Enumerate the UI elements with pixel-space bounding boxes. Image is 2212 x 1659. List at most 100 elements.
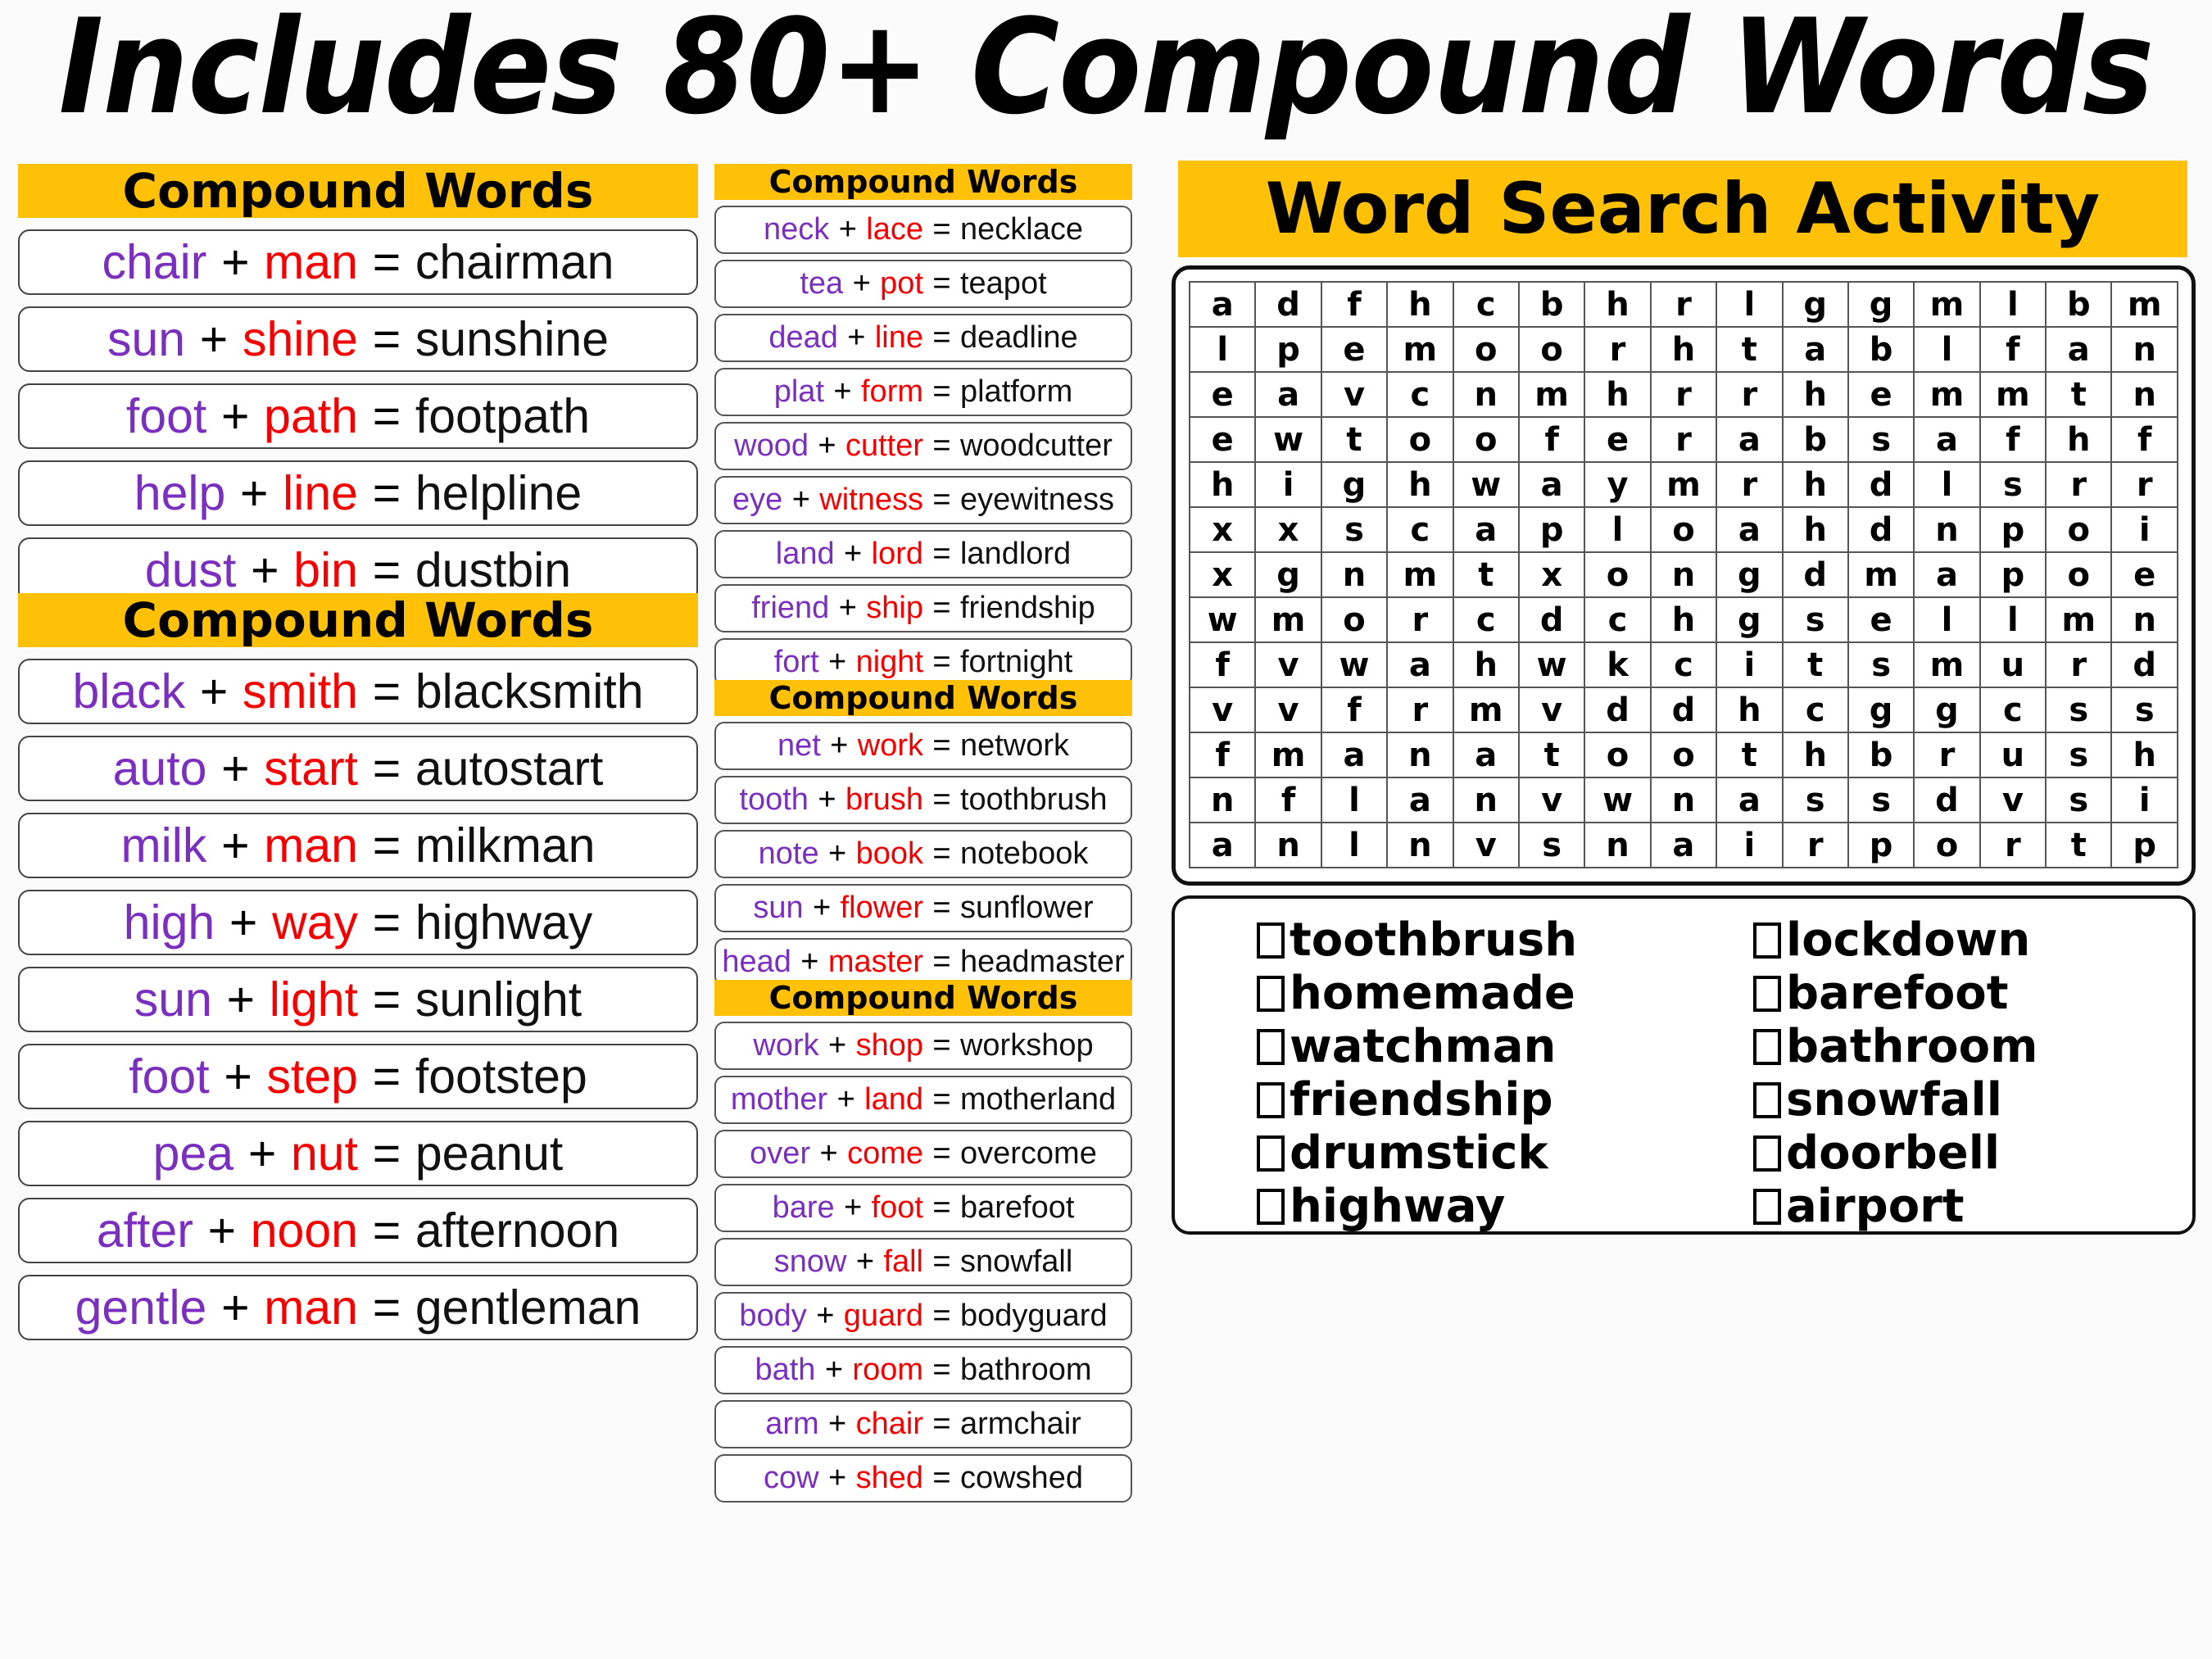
word-search-cell[interactable]: s [1781, 596, 1849, 643]
word-search-cell[interactable]: n [1452, 777, 1520, 823]
checkbox-icon[interactable] [1753, 1081, 1781, 1118]
word-search-cell[interactable]: l [1913, 596, 1981, 643]
word-search-cell[interactable]: x [1517, 551, 1586, 598]
word-search-cell[interactable]: a [1320, 732, 1389, 778]
word-search-cell[interactable]: v [1254, 641, 1322, 688]
word-search-cell[interactable]: b [1847, 326, 1915, 373]
word-search-cell[interactable]: l [1979, 281, 2047, 328]
checkbox-icon[interactable] [1753, 1028, 1781, 1065]
word-search-cell[interactable]: n [1386, 732, 1454, 778]
word-search-cell[interactable]: h [2045, 416, 2113, 463]
word-search-cell[interactable]: a [1188, 822, 1257, 868]
checkbox-icon[interactable] [1753, 1135, 1781, 1172]
word-search-cell[interactable]: r [2110, 461, 2178, 508]
word-search-cell[interactable]: n [1254, 822, 1322, 868]
word-search-cell[interactable]: t [1517, 732, 1586, 778]
word-list-item[interactable]: toothbrush [1257, 913, 1696, 967]
word-search-cell[interactable]: d [1847, 461, 1915, 508]
word-search-cell[interactable]: h [1781, 461, 1849, 508]
word-search-cell[interactable]: l [1320, 822, 1389, 868]
word-list-item[interactable]: highway [1257, 1180, 1696, 1233]
word-search-cell[interactable]: v [1517, 777, 1586, 823]
word-search-cell[interactable]: o [1584, 732, 1652, 778]
word-search-cell[interactable]: o [1649, 732, 1718, 778]
word-search-cell[interactable]: y [1584, 461, 1652, 508]
word-search-cell[interactable]: a [1386, 777, 1454, 823]
word-search-cell[interactable]: r [1649, 281, 1718, 328]
word-search-grid[interactable]: adfhcbhrlggmlbmlpemoorhtablfaneavcnmhrrh… [1188, 281, 2178, 868]
word-search-cell[interactable]: r [1979, 822, 2047, 868]
word-search-cell[interactable]: n [1913, 506, 1981, 553]
word-search-cell[interactable]: f [1320, 687, 1389, 733]
word-search-cell[interactable]: e [1188, 371, 1257, 418]
word-search-cell[interactable]: r [1649, 416, 1718, 463]
checkbox-icon[interactable] [1753, 922, 1781, 959]
word-search-cell[interactable]: d [2110, 641, 2178, 688]
word-search-cell[interactable]: p [1254, 326, 1322, 373]
word-list-item[interactable]: barefoot [1753, 967, 2192, 1020]
word-search-cell[interactable]: i [1716, 641, 1784, 688]
word-search-cell[interactable]: a [1716, 506, 1784, 553]
checkbox-icon[interactable] [1257, 1188, 1285, 1225]
word-search-cell[interactable]: l [1979, 596, 2047, 643]
word-search-cell[interactable]: c [1386, 371, 1454, 418]
word-list-item[interactable]: snowfall [1753, 1073, 2192, 1126]
word-list-item[interactable]: homemade [1257, 967, 1696, 1020]
word-search-cell[interactable]: n [2110, 371, 2178, 418]
word-search-cell[interactable]: u [1979, 732, 2047, 778]
word-list-item[interactable]: bathroom [1753, 1020, 2192, 1073]
word-search-cell[interactable]: b [1781, 416, 1849, 463]
word-search-cell[interactable]: n [1320, 551, 1389, 598]
word-search-cell[interactable]: a [1716, 777, 1784, 823]
checkbox-icon[interactable] [1753, 975, 1781, 1012]
word-search-cell[interactable]: b [1847, 732, 1915, 778]
word-search-cell[interactable]: h [1386, 461, 1454, 508]
word-search-cell[interactable]: l [1320, 777, 1389, 823]
word-search-cell[interactable]: i [1716, 822, 1784, 868]
word-search-cell[interactable]: h [1781, 506, 1849, 553]
word-search-cell[interactable]: b [1517, 281, 1586, 328]
word-search-cell[interactable]: w [1254, 416, 1322, 463]
word-search-cell[interactable]: n [1649, 551, 1718, 598]
word-search-cell[interactable]: d [1254, 281, 1322, 328]
word-search-cell[interactable]: v [1320, 371, 1389, 418]
word-search-cell[interactable]: o [1913, 822, 1981, 868]
word-search-cell[interactable]: w [1188, 596, 1257, 643]
word-search-cell[interactable]: r [1716, 371, 1784, 418]
word-search-cell[interactable]: c [1584, 596, 1652, 643]
word-search-cell[interactable]: s [1847, 641, 1915, 688]
word-search-cell[interactable]: w [1452, 461, 1520, 508]
word-search-cell[interactable]: s [1517, 822, 1586, 868]
word-list-item[interactable]: doorbell [1753, 1126, 2192, 1180]
word-search-cell[interactable]: r [1584, 326, 1652, 373]
word-search-cell[interactable]: n [1386, 822, 1454, 868]
word-search-cell[interactable]: b [2045, 281, 2113, 328]
word-search-cell[interactable]: e [1188, 416, 1257, 463]
word-search-cell[interactable]: g [1716, 596, 1784, 643]
word-search-cell[interactable]: m [1913, 641, 1981, 688]
word-search-cell[interactable]: a [1452, 506, 1520, 553]
word-search-cell[interactable]: m [1847, 551, 1915, 598]
word-search-cell[interactable]: v [1979, 777, 2047, 823]
word-search-cell[interactable]: s [1320, 506, 1389, 553]
word-search-cell[interactable]: f [2110, 416, 2178, 463]
word-search-cell[interactable]: h [1716, 687, 1784, 733]
word-search-cell[interactable]: o [2045, 506, 2113, 553]
word-search-cell[interactable]: i [2110, 506, 2178, 553]
word-search-cell[interactable]: c [1781, 687, 1849, 733]
word-search-cell[interactable]: r [1386, 687, 1454, 733]
word-search-cell[interactable]: x [1188, 551, 1257, 598]
word-search-cell[interactable]: r [1781, 822, 1849, 868]
word-search-cell[interactable]: f [1188, 641, 1257, 688]
word-search-cell[interactable]: g [1847, 687, 1915, 733]
word-search-cell[interactable]: g [1254, 551, 1322, 598]
word-search-cell[interactable]: h [1188, 461, 1257, 508]
checkbox-icon[interactable] [1257, 1081, 1285, 1118]
word-search-cell[interactable]: o [1452, 416, 1520, 463]
checkbox-icon[interactable] [1257, 922, 1285, 959]
word-search-cell[interactable]: s [2045, 687, 2113, 733]
word-search-cell[interactable]: h [1584, 281, 1652, 328]
word-search-cell[interactable]: m [1386, 551, 1454, 598]
word-search-cell[interactable]: p [1979, 506, 2047, 553]
word-search-cell[interactable]: a [1649, 822, 1718, 868]
